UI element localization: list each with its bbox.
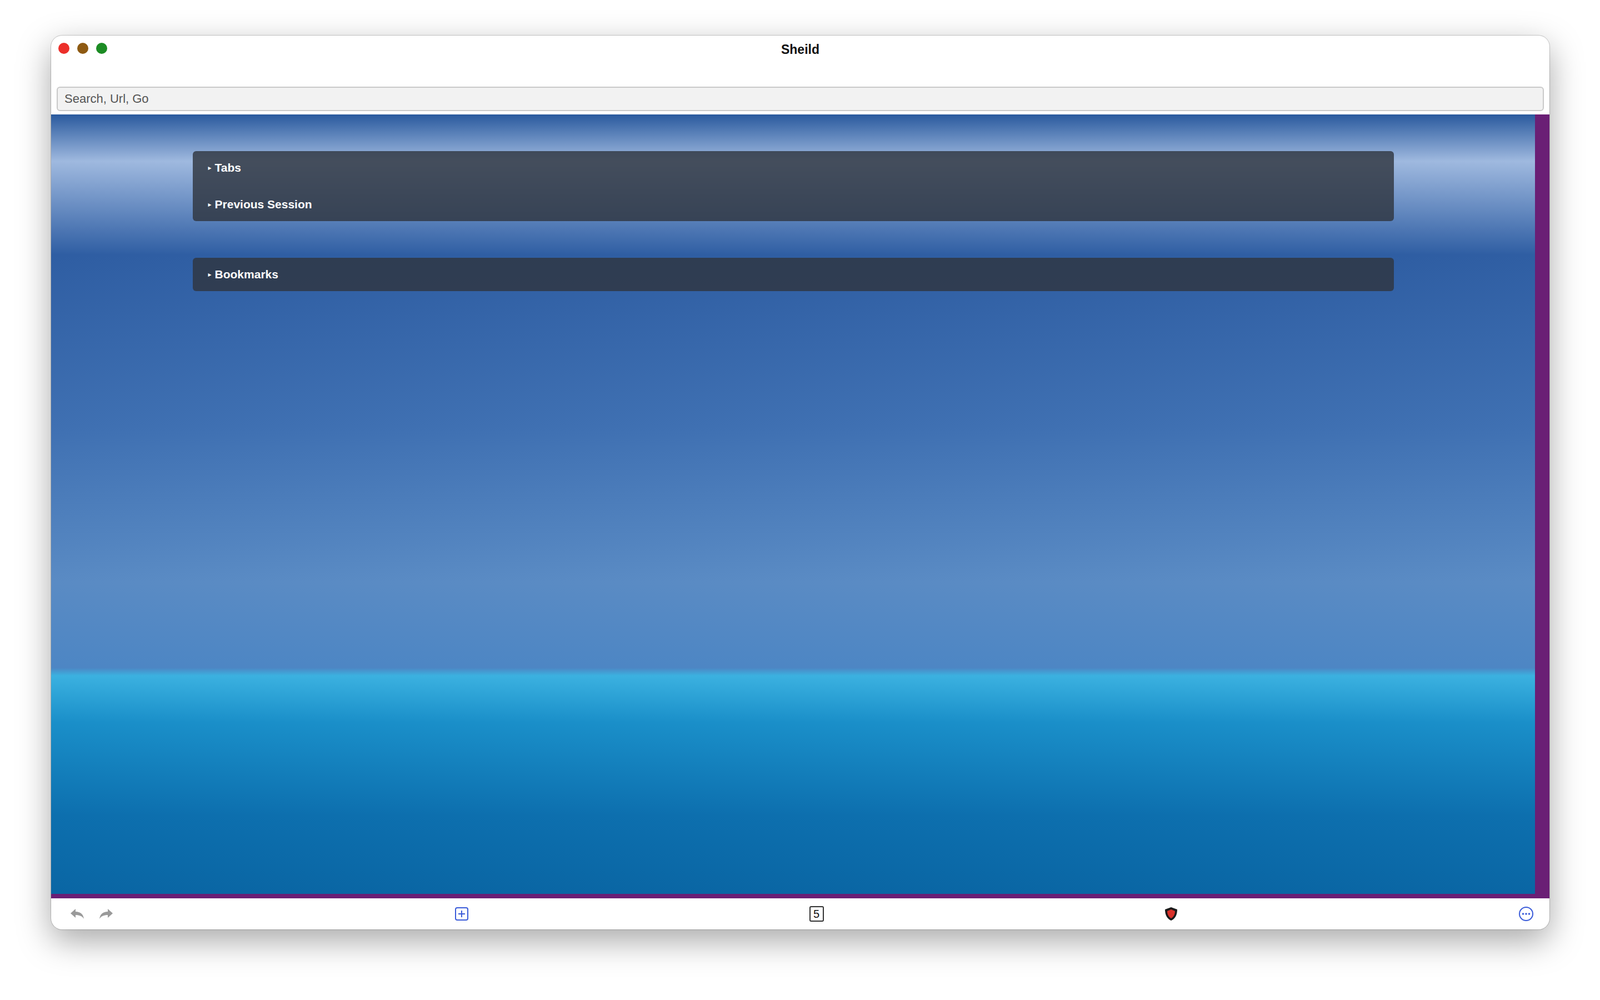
shield-icon[interactable] [1163,906,1179,922]
disclosure-label[interactable]: Previous Session [215,197,313,212]
minimize-button[interactable] [77,42,89,54]
more-options-icon[interactable] [1518,906,1534,922]
disclosure-marker[interactable]: ▸ [208,163,212,172]
disclosure-marker[interactable]: ▸ [208,200,212,209]
address-input[interactable] [63,91,1538,107]
close-button[interactable] [58,42,70,54]
browser-window: Sheild▸Tabs▸Previous Session▸Bookmarks5 [51,35,1550,930]
section-panel: ▸Tabs▸Previous Session [192,151,1394,222]
section-panel: ▸Bookmarks [192,257,1394,292]
disclosure-marker[interactable]: ▸ [208,270,212,279]
address-bar [56,86,1544,112]
background-photo: ▸Tabs▸Previous Session▸Bookmarks [51,114,1535,894]
desktop: Sheild▸Tabs▸Previous Session▸Bookmarks5 [0,0,1600,1000]
disclosure-row[interactable]: ▸Previous Session [208,197,1382,212]
bottom-toolbar: 5 [51,898,1550,930]
tab-count-button[interactable]: 5 [809,906,824,922]
disclosure-row[interactable]: ▸Tabs [208,161,1382,175]
navigation-group [68,906,115,922]
zoom-button[interactable] [96,42,108,54]
new-tab-plus-icon[interactable] [454,906,469,922]
back-arrow-icon[interactable] [68,906,86,922]
disclosure-label[interactable]: Tabs [215,161,242,175]
forward-arrow-icon[interactable] [97,906,115,922]
disclosure-label[interactable]: Bookmarks [215,267,279,282]
title-bar: Sheild [51,35,1550,87]
disclosure-row[interactable]: ▸Bookmarks [208,267,1382,282]
page-area: ▸Tabs▸Previous Session▸Bookmarks [51,114,1550,899]
window-controls [51,35,108,54]
window-title: Sheild [51,42,1550,58]
